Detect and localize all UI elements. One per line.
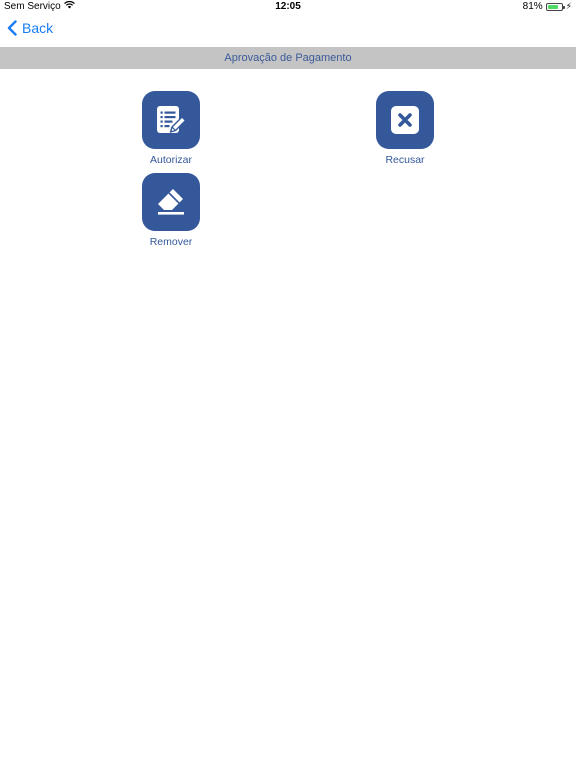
navigation-bar: Back	[0, 14, 576, 46]
autorizar-button[interactable]: Autorizar	[121, 91, 221, 166]
document-edit-icon	[142, 91, 200, 149]
close-box-icon	[376, 91, 434, 149]
recusar-button[interactable]: Recusar	[355, 91, 455, 166]
status-bar: Sem Serviço 12:05 81% ⚡	[0, 0, 576, 14]
status-right: 81% ⚡	[523, 1, 572, 12]
status-time: 12:05	[275, 1, 301, 12]
chevron-left-icon	[7, 20, 17, 36]
recusar-label: Recusar	[385, 154, 425, 166]
battery-icon	[545, 2, 565, 11]
back-button[interactable]: Back	[7, 20, 53, 36]
battery-fill	[547, 4, 559, 9]
autorizar-label: Autorizar	[149, 154, 192, 166]
battery-percent: 81%	[522, 1, 543, 12]
eraser-icon	[142, 173, 200, 231]
charging-bolt-icon: ⚡	[565, 1, 572, 11]
remover-button[interactable]: Remover	[121, 173, 221, 248]
remover-label: Remover	[149, 236, 193, 248]
page-title: Aprovação de Pagamento	[0, 47, 576, 69]
back-label: Back	[22, 20, 54, 36]
